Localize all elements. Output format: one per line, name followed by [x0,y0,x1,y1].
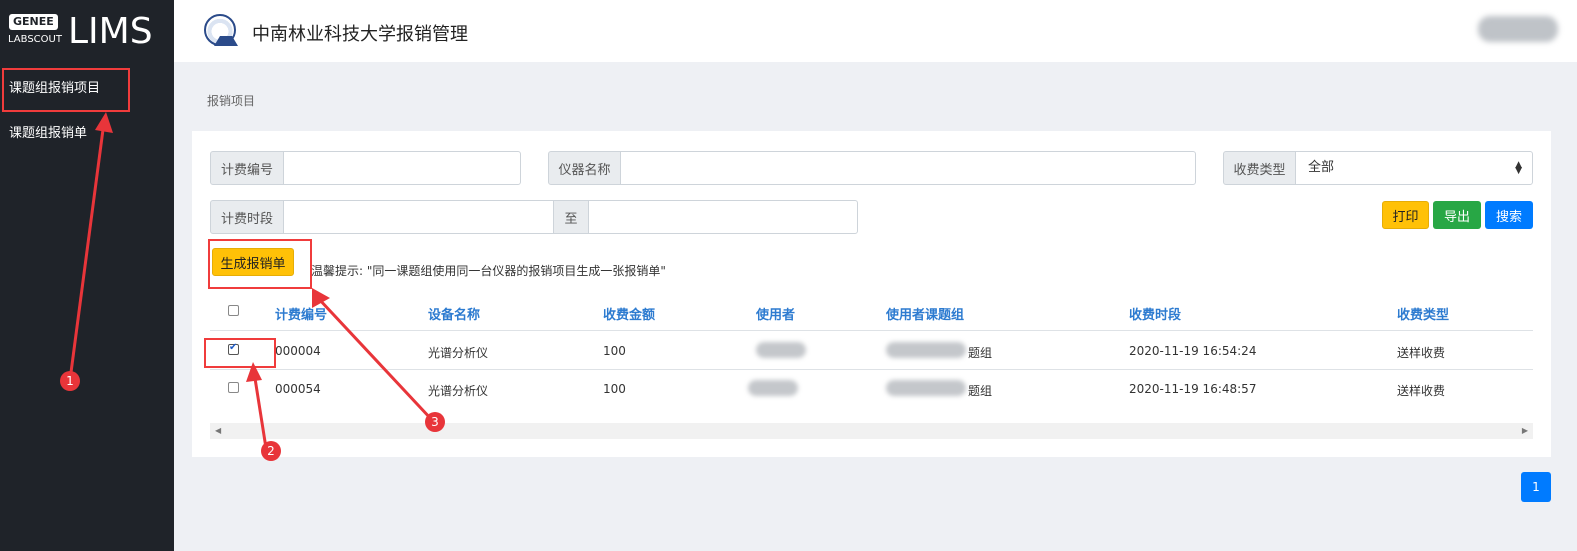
annotation-marker-1: 1 [60,371,80,391]
period-label: 计费时段 [210,200,284,234]
cell-amount: 100 [603,382,626,396]
divider [210,330,1533,331]
cell-device: 光谱分析仪 [428,384,489,398]
annotation-marker-2: 2 [261,441,281,461]
brand-sub: LABSCOUT [8,34,62,45]
page-title: 中南林业科技大学报销管理 [252,24,468,45]
col-header-user[interactable]: 使用者 [756,304,795,323]
annotation-marker-3: 3 [425,412,445,432]
brand-badge: GENEE [9,14,58,30]
col-header-user-group[interactable]: 使用者课题组 [886,304,964,323]
pagination-page-1[interactable]: 1 [1521,472,1551,502]
cell-period: 2020-11-19 16:48:57 [1129,382,1257,396]
cell-fee-type: 送样收费 [1397,346,1446,360]
cell-user-redacted [748,380,798,396]
export-button[interactable]: 导出 [1433,201,1481,229]
col-header-billing-no[interactable]: 计费编号 [275,304,327,323]
cell-group-redacted [886,342,966,358]
col-header-period[interactable]: 收费时段 [1129,304,1181,323]
cell-fee-type: 送样收费 [1397,384,1446,398]
instrument-input[interactable] [620,151,1196,185]
col-header-amount[interactable]: 收费金额 [603,304,655,323]
brand-name: LIMS [68,11,153,52]
select-caret-icon: ▲ ▼ [1515,160,1522,176]
cell-amount: 100 [603,344,626,358]
search-button[interactable]: 搜索 [1485,201,1533,229]
row-checkbox[interactable] [228,382,239,393]
annotation-box-sidebar [2,68,130,112]
brand-logo: GENEE LABSCOUT LIMS [8,10,168,58]
scroll-right-icon[interactable]: ▶ [1522,426,1528,435]
divider [210,369,1533,370]
fee-type-selected: 全部 [1308,160,1335,175]
sidebar-item-reimburse-forms[interactable]: 课题组报销单 [9,122,87,141]
breadcrumb: 报销项目 [207,94,256,108]
print-button[interactable]: 打印 [1382,201,1429,229]
user-menu[interactable] [1478,16,1558,42]
period-start-input[interactable] [283,200,554,234]
table-horizontal-scrollbar[interactable]: ◀ ▶ [210,423,1533,439]
cell-group-suffix: 题组 [968,384,993,398]
cell-user-redacted [756,342,806,358]
cell-group-redacted [886,380,966,396]
billing-no-label: 计费编号 [210,151,284,185]
col-header-device[interactable]: 设备名称 [428,304,480,323]
scroll-left-icon[interactable]: ◀ [215,426,221,435]
cell-billing-no: 000054 [275,382,321,396]
period-to-label: 至 [553,200,589,234]
annotation-box-generate [208,239,312,289]
billing-no-input[interactable] [283,151,521,185]
annotation-box-checkbox [204,338,276,368]
select-all-checkbox[interactable] [228,305,239,316]
period-end-input[interactable] [588,200,858,234]
fee-type-label: 收费类型 [1223,151,1296,185]
university-logo-icon [204,14,238,46]
fee-type-select[interactable]: 全部 ▲ ▼ [1295,151,1533,185]
tip-text: 温馨提示: "同一课题组使用同一台仪器的报销项目生成一张报销单" [311,264,666,278]
col-header-fee-type[interactable]: 收费类型 [1397,304,1449,323]
cell-group-suffix: 题组 [968,346,993,360]
instrument-label: 仪器名称 [548,151,621,185]
cell-device: 光谱分析仪 [428,346,489,360]
cell-period: 2020-11-19 16:54:24 [1129,344,1257,358]
cell-billing-no: 000004 [275,344,321,358]
